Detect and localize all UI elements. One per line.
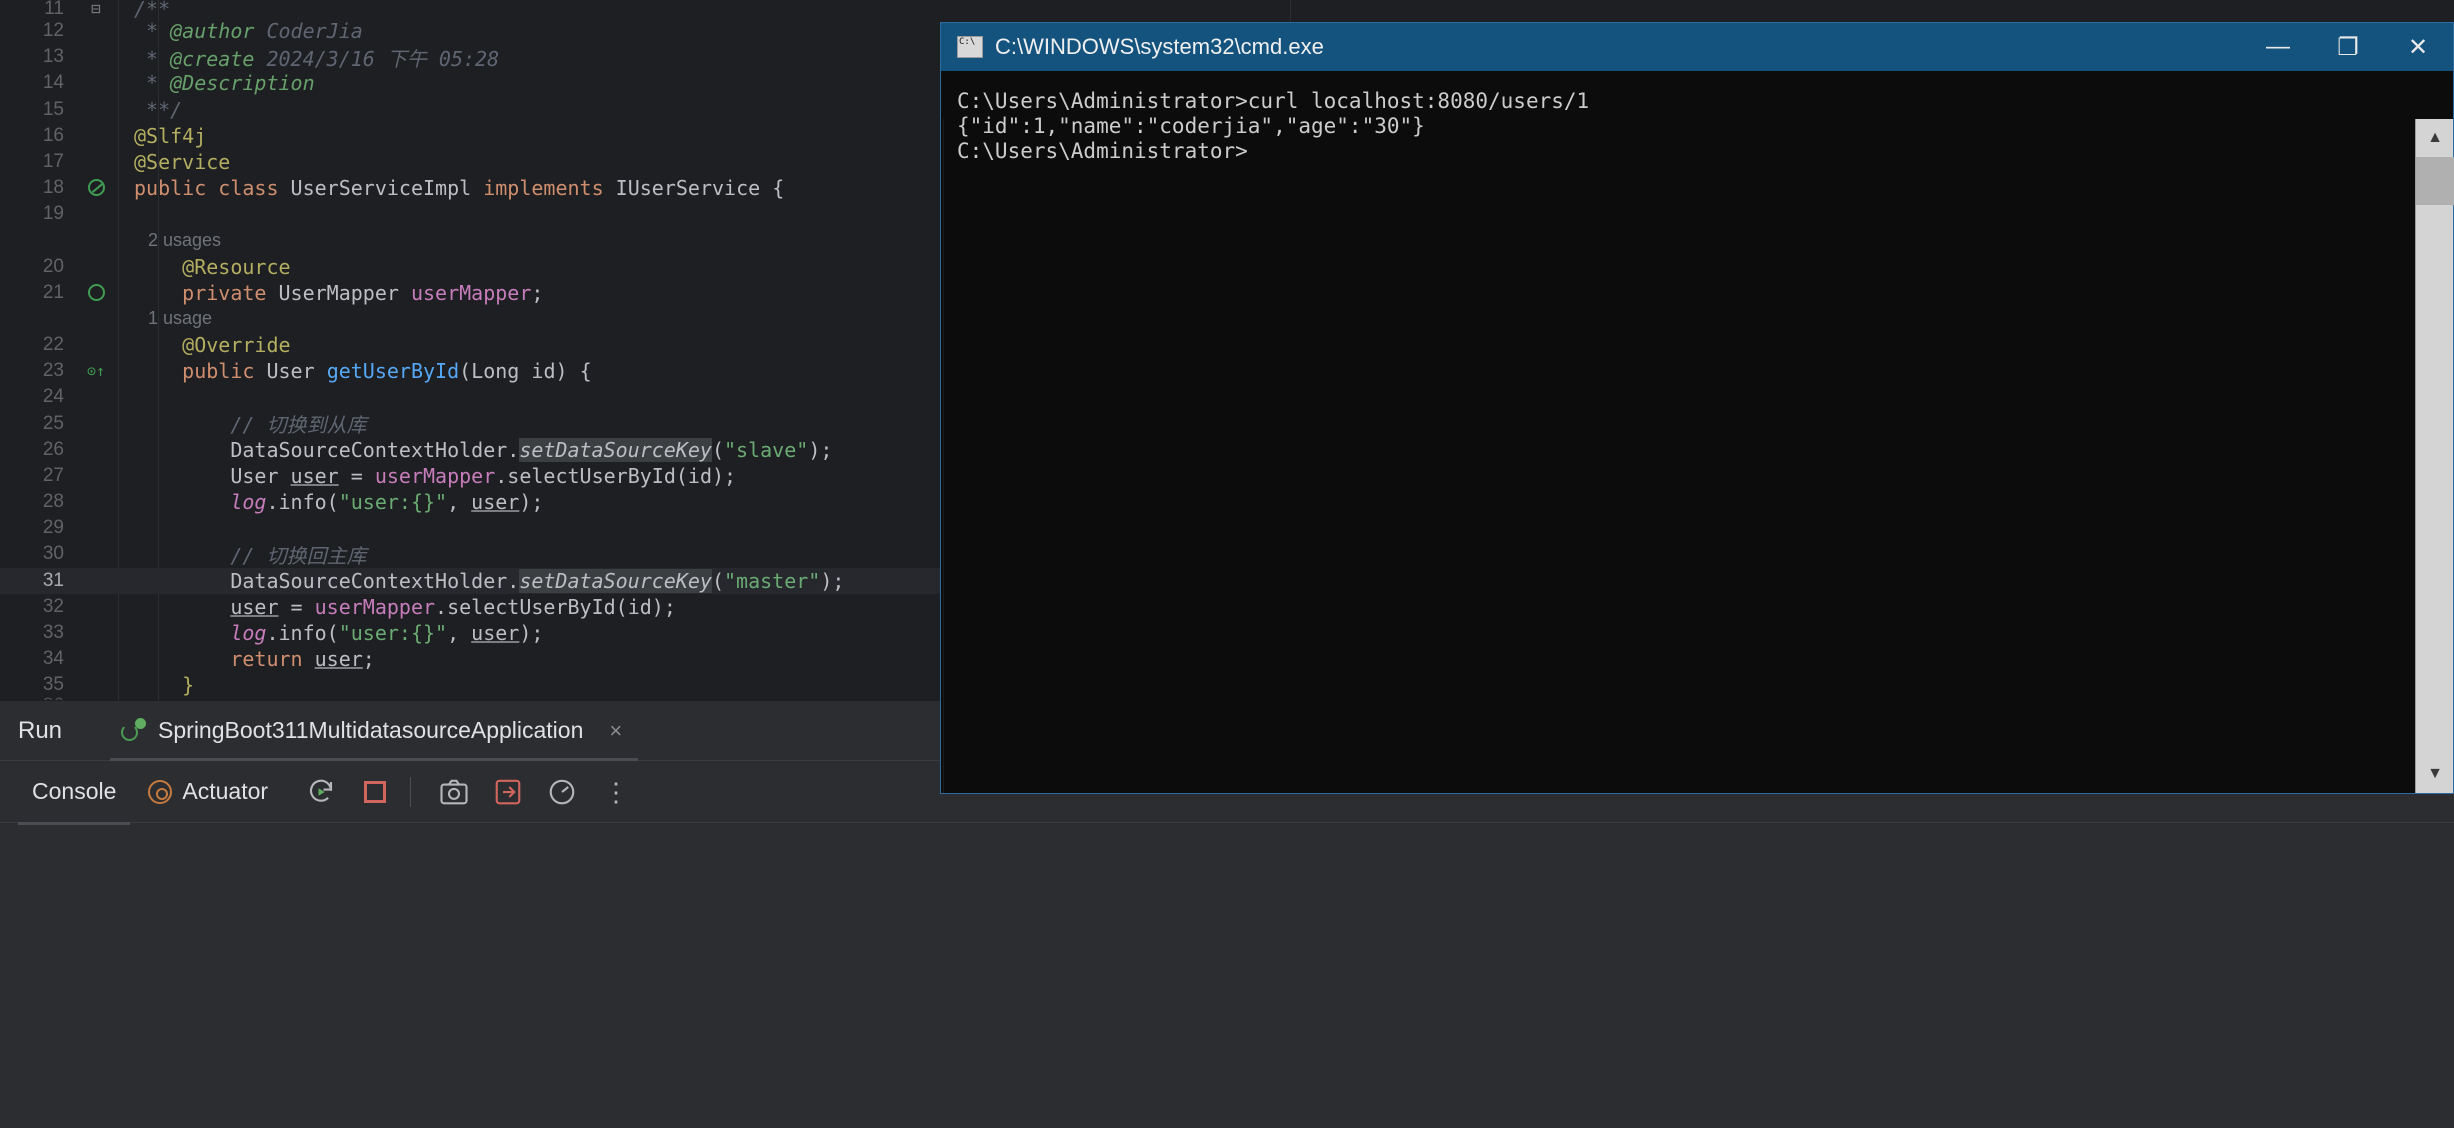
- line-number: 15: [42, 98, 64, 120]
- cmd-scrollbar[interactable]: ▲ ▼: [2415, 119, 2454, 793]
- line-number: 14: [42, 72, 64, 94]
- bean-marker-icon[interactable]: [74, 284, 118, 302]
- camera-icon: [440, 779, 468, 804]
- line-number: 12: [42, 20, 64, 42]
- usage-hint-text: 2 usages: [148, 230, 222, 250]
- line-number: 20: [42, 255, 64, 277]
- maximize-button[interactable]: ❐: [2313, 23, 2383, 71]
- code-line[interactable]: 11 ⊟ /**: [0, 0, 2454, 21]
- run-configuration-icon: [120, 717, 147, 744]
- scroll-down-icon[interactable]: ▼: [2416, 755, 2454, 793]
- scroll-up-icon[interactable]: ▲: [2416, 119, 2454, 157]
- line-number: 11: [44, 0, 64, 19]
- line-number: 28: [42, 491, 64, 513]
- stop-icon: [364, 780, 387, 803]
- line-number: 21: [42, 281, 64, 303]
- line-number: 34: [42, 648, 64, 670]
- line-number: 13: [42, 46, 64, 68]
- run-tab[interactable]: SpringBoot311MultidatasourceApplication …: [114, 717, 628, 744]
- minimize-button[interactable]: —: [2243, 23, 2313, 71]
- line-number: 18: [42, 177, 64, 199]
- line-number: 26: [42, 438, 64, 460]
- override-marker-icon[interactable]: ⊙↑: [74, 363, 118, 379]
- cmd-title-text: C:\WINDOWS\system32\cmd.exe: [995, 34, 1324, 59]
- line-number: 17: [42, 151, 64, 173]
- stop-button[interactable]: [352, 769, 398, 815]
- close-button[interactable]: ✕: [2383, 23, 2453, 71]
- tab-actuator-label: Actuator: [182, 778, 269, 804]
- implemented-marker-icon[interactable]: [74, 179, 118, 197]
- line-number: 33: [42, 622, 64, 644]
- line-number: 31: [42, 569, 64, 591]
- line-number: 25: [42, 412, 64, 434]
- cmd-body-edge: [943, 119, 944, 793]
- actuator-icon: [148, 779, 173, 804]
- line-number: 29: [42, 517, 64, 539]
- line-number: 16: [42, 124, 64, 146]
- export-button[interactable]: [485, 769, 531, 815]
- scrollbar-thumb[interactable]: [2416, 157, 2454, 205]
- export-icon: [495, 779, 521, 804]
- window-edge-strip: [1290, 0, 1291, 22]
- profiler-button[interactable]: [539, 769, 585, 815]
- line-number: 32: [42, 595, 64, 617]
- profiler-icon: [549, 779, 575, 804]
- usage-hint-text: 1 usage: [148, 308, 213, 329]
- close-icon[interactable]: ×: [609, 718, 622, 744]
- line-number: 27: [42, 464, 64, 486]
- more-options-button[interactable]: ⋮: [593, 769, 639, 815]
- rerun-icon: [309, 779, 333, 802]
- cmd-app-icon: [957, 36, 983, 58]
- tab-actuator[interactable]: Actuator: [148, 778, 268, 805]
- line-number: 19: [42, 203, 64, 225]
- cmd-console-body[interactable]: C:\Users\Administrator>curl localhost:80…: [941, 71, 2454, 793]
- run-tab-label: SpringBoot311MultidatasourceApplication: [158, 717, 584, 743]
- cmd-window-buttons: — ❐ ✕: [2243, 23, 2453, 71]
- cmd-titlebar[interactable]: C:\WINDOWS\system32\cmd.exe — ❐ ✕: [941, 23, 2453, 71]
- rerun-button[interactable]: [298, 769, 344, 815]
- cmd-output-text: C:\Users\Administrator>curl localhost:80…: [957, 89, 1590, 163]
- line-number: 22: [42, 333, 64, 355]
- screenshot-button[interactable]: [431, 769, 477, 815]
- toolbar-divider: [410, 776, 412, 807]
- line-number: 30: [42, 543, 64, 565]
- run-window-title: Run: [18, 716, 63, 744]
- cmd-window[interactable]: C:\WINDOWS\system32\cmd.exe — ❐ ✕ C:\Use…: [940, 22, 2454, 794]
- line-number: 23: [42, 360, 64, 382]
- tab-console[interactable]: Console: [18, 778, 131, 825]
- line-number: 35: [42, 674, 64, 696]
- code-fold-icon[interactable]: ⊟: [74, 1, 118, 17]
- screen-root: 11 ⊟ /** 12 * @author CoderJia 13 * @cre…: [0, 0, 2454, 1128]
- line-number: 24: [42, 386, 64, 408]
